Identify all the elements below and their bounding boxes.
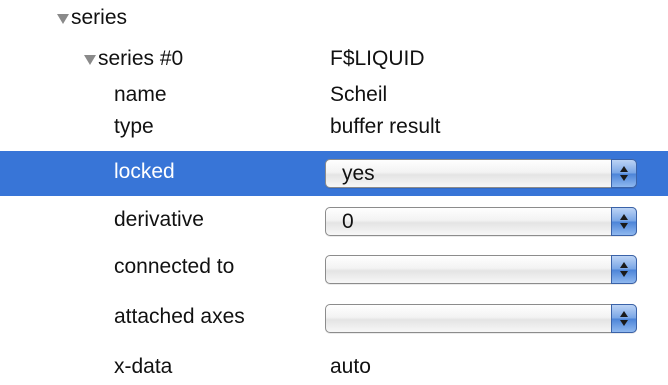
tree-node-series[interactable]: series — [57, 6, 127, 30]
property-name-label: name — [114, 83, 167, 106]
property-row-name[interactable]: name Scheil — [0, 80, 668, 112]
property-name-value: Scheil — [330, 83, 388, 106]
series-0-value: F$LIQUID — [330, 47, 425, 70]
up-down-arrows-icon[interactable] — [611, 207, 637, 236]
property-row-type[interactable]: type buffer result — [0, 112, 668, 144]
property-x-data-label: x-data — [114, 355, 173, 378]
property-connected-to-label: connected to — [114, 255, 235, 278]
property-type-label: type — [114, 115, 154, 138]
up-down-arrows-icon[interactable] — [611, 159, 637, 188]
property-row-connected-to[interactable]: connected to — [0, 241, 668, 286]
property-attached-axes-label: attached axes — [114, 305, 245, 328]
disclosure-triangle-down-icon[interactable] — [84, 55, 96, 65]
property-row-derivative[interactable]: derivative 0 — [0, 196, 668, 241]
tree-node-series-label: series — [71, 6, 128, 29]
locked-select-value: yes — [342, 162, 375, 185]
up-down-arrows-icon[interactable] — [611, 304, 637, 333]
derivative-select[interactable]: 0 — [325, 207, 637, 236]
connected-to-select[interactable] — [325, 255, 637, 284]
property-locked-label: locked — [114, 160, 175, 183]
up-down-arrows-icon[interactable] — [611, 255, 637, 284]
property-type-value: buffer result — [330, 115, 441, 138]
disclosure-triangle-down-icon[interactable] — [57, 14, 69, 24]
property-x-data-value: auto — [330, 355, 371, 378]
property-row-locked[interactable]: locked yes — [0, 151, 668, 196]
tree-node-series-0-label: series #0 — [98, 47, 184, 70]
derivative-select-value: 0 — [342, 210, 354, 233]
property-row-attached-axes[interactable]: attached axes — [0, 286, 668, 333]
attached-axes-select[interactable] — [325, 304, 637, 333]
tree-node-series-0[interactable]: series #0 — [84, 47, 183, 71]
locked-select[interactable]: yes — [325, 159, 637, 188]
property-row-x-data[interactable]: x-data auto — [0, 350, 668, 384]
property-derivative-label: derivative — [114, 208, 204, 231]
